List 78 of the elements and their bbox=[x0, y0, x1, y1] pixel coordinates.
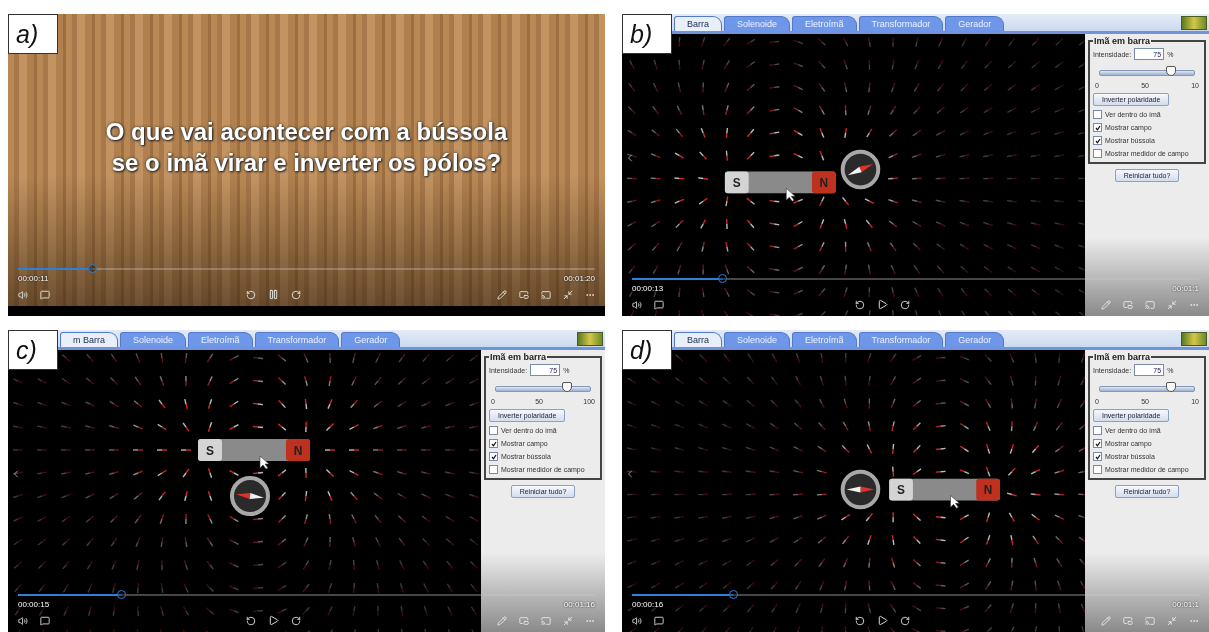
pole-label: S bbox=[897, 483, 905, 498]
bar-magnet[interactable]: S N bbox=[198, 439, 310, 461]
slider-thumb[interactable] bbox=[1165, 66, 1176, 76]
tab[interactable]: Barra bbox=[674, 332, 722, 347]
pole-label: N bbox=[819, 176, 829, 191]
play-icon[interactable] bbox=[268, 615, 279, 626]
checkbox[interactable] bbox=[1093, 465, 1102, 474]
checkbox[interactable] bbox=[489, 465, 498, 474]
bar-magnet[interactable]: S N bbox=[889, 478, 1000, 501]
compass-drawing[interactable] bbox=[230, 476, 270, 516]
checkbox[interactable] bbox=[489, 452, 498, 461]
captions-icon[interactable] bbox=[654, 615, 664, 626]
group-title: Imã em barra bbox=[1093, 36, 1152, 46]
captions-icon[interactable] bbox=[40, 289, 50, 300]
cursor-icon bbox=[785, 188, 796, 202]
forward-icon[interactable] bbox=[900, 299, 910, 310]
checkbox[interactable] bbox=[1093, 149, 1102, 158]
checkbox[interactable] bbox=[1093, 136, 1102, 145]
logo-icon bbox=[577, 332, 603, 346]
checkbox[interactable] bbox=[489, 439, 498, 448]
rewind-icon[interactable] bbox=[855, 615, 865, 626]
checkbox[interactable] bbox=[1093, 426, 1102, 435]
checkbox[interactable] bbox=[1093, 123, 1102, 132]
play-icon[interactable] bbox=[877, 615, 888, 626]
pause-icon[interactable] bbox=[268, 289, 279, 300]
progress-handle[interactable] bbox=[717, 274, 727, 283]
checkbox[interactable] bbox=[1093, 110, 1102, 119]
rewind-icon[interactable] bbox=[246, 289, 256, 300]
total-time: 00:01:16 bbox=[563, 600, 595, 609]
bar-magnet[interactable]: S N bbox=[724, 171, 836, 194]
checkbox[interactable] bbox=[489, 426, 498, 435]
elapsed-time: 00:00:16 bbox=[632, 600, 664, 609]
captions-icon[interactable] bbox=[654, 299, 664, 310]
panel-label: c) bbox=[8, 330, 58, 370]
slider-thumb[interactable] bbox=[561, 382, 572, 392]
tab[interactable]: m Barra bbox=[60, 332, 118, 347]
group-title: Imã em barra bbox=[489, 352, 548, 362]
elapsed-time: 00:00:13 bbox=[632, 284, 664, 293]
cursor-icon bbox=[950, 495, 960, 509]
cast-icon[interactable] bbox=[541, 289, 551, 300]
compass-drawing[interactable] bbox=[840, 469, 881, 510]
panel-label: a) bbox=[8, 14, 58, 54]
cursor-icon bbox=[259, 455, 270, 470]
checkbox[interactable] bbox=[1093, 439, 1102, 448]
progress-handle[interactable] bbox=[88, 264, 97, 273]
pole-label: S bbox=[206, 444, 214, 458]
progress-handle[interactable] bbox=[116, 590, 126, 599]
total-time: 00:01:20 bbox=[563, 274, 595, 283]
checkbox[interactable] bbox=[1093, 452, 1102, 461]
rewind-icon[interactable] bbox=[246, 615, 256, 626]
forward-icon[interactable] bbox=[291, 615, 301, 626]
volume-icon[interactable] bbox=[18, 615, 28, 626]
panel-label: b) bbox=[622, 14, 672, 54]
collapse-icon[interactable] bbox=[563, 289, 573, 300]
volume-icon[interactable] bbox=[632, 615, 642, 626]
compass-drawing[interactable] bbox=[840, 149, 881, 190]
pencil-icon[interactable] bbox=[497, 289, 507, 300]
forward-icon[interactable] bbox=[900, 615, 910, 626]
rewind-icon[interactable] bbox=[855, 299, 865, 310]
play-icon[interactable] bbox=[877, 299, 888, 310]
elapsed-time: 00:00:11 bbox=[18, 274, 49, 283]
elapsed-time: 00:00:15 bbox=[18, 600, 50, 609]
pole-label: N bbox=[983, 483, 993, 498]
logo-icon bbox=[1181, 332, 1207, 346]
forward-icon[interactable] bbox=[291, 289, 301, 300]
progress-handle[interactable] bbox=[729, 590, 739, 599]
pole-label: S bbox=[732, 176, 741, 191]
volume-icon[interactable] bbox=[632, 299, 642, 310]
slider-thumb[interactable] bbox=[1165, 382, 1176, 392]
miniplayer-icon[interactable] bbox=[519, 289, 529, 300]
panel-label: d) bbox=[622, 330, 672, 370]
captions-icon[interactable] bbox=[40, 615, 50, 626]
logo-icon bbox=[1181, 16, 1207, 30]
pole-label: N bbox=[293, 444, 303, 458]
group-title: Imã em barra bbox=[1093, 352, 1152, 362]
question-caption: O que vai acontecer com a bússola se o imã virar e inverter os pólos? bbox=[104, 117, 509, 179]
tab[interactable]: Barra bbox=[674, 16, 722, 31]
volume-icon[interactable] bbox=[18, 289, 28, 300]
